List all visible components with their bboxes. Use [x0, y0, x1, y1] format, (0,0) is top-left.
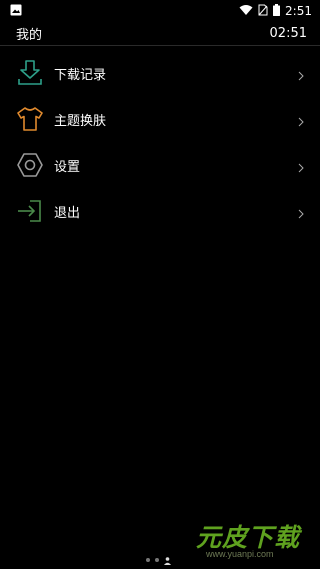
- header-time: 02:51: [269, 26, 307, 41]
- chevron-right-icon: [296, 113, 306, 127]
- settings-icon: [16, 151, 44, 179]
- download-icon: [16, 59, 44, 87]
- tshirt-icon: [16, 105, 44, 133]
- watermark-url: www.yuanpi.com: [206, 549, 274, 559]
- logout-icon: [16, 197, 44, 225]
- menu-item-label: 退出: [54, 205, 81, 221]
- page-dot[interactable]: [155, 557, 159, 562]
- page-dot[interactable]: [146, 557, 150, 562]
- chevron-right-icon: [296, 159, 306, 173]
- sim-icon: [258, 4, 268, 19]
- menu-item-download-history[interactable]: 下载记录: [0, 50, 320, 96]
- menu-item-label: 主题换肤: [54, 113, 107, 129]
- menu-list: 下载记录 主题换肤 设置 退出: [0, 50, 320, 234]
- battery-icon: [273, 3, 281, 19]
- menu-item-theme-skin[interactable]: 主题换肤: [0, 96, 320, 142]
- watermark: 元皮下载 www.yuanpi.com: [196, 518, 314, 564]
- page-header: 我的 02:51: [0, 22, 320, 46]
- image-icon: [10, 4, 22, 19]
- status-bar: 2:51: [0, 0, 320, 22]
- menu-item-settings[interactable]: 设置: [0, 142, 320, 188]
- wifi-icon: [239, 4, 253, 19]
- menu-item-logout[interactable]: 退出: [0, 188, 320, 234]
- person-icon[interactable]: [164, 550, 171, 569]
- menu-item-label: 设置: [54, 159, 81, 175]
- chevron-right-icon: [296, 67, 306, 81]
- page-indicator: [146, 550, 171, 569]
- page-title: 我的: [16, 28, 43, 43]
- chevron-right-icon: [296, 205, 306, 219]
- watermark-title: 元皮下载: [196, 523, 301, 552]
- status-time: 2:51: [285, 4, 312, 18]
- menu-item-label: 下载记录: [54, 67, 107, 83]
